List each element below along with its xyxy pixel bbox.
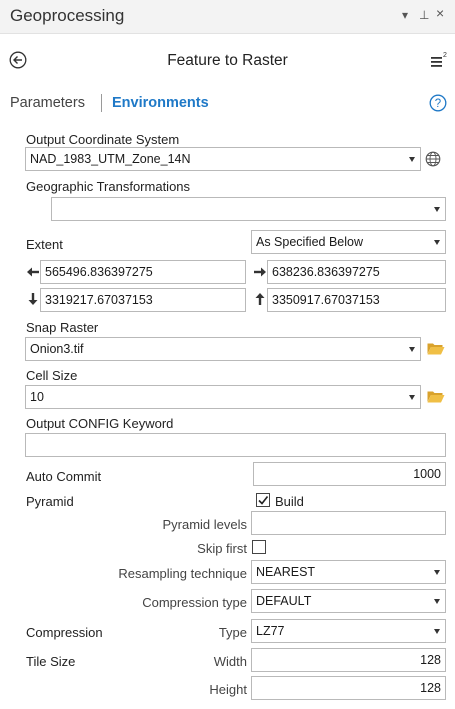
build-checkbox[interactable] [256,493,270,507]
chevron-down-icon [434,240,440,245]
tile-size-label: Tile Size [26,654,76,669]
compression-dropdown[interactable]: LZ77 [251,619,446,643]
arrow-left-icon [27,267,39,277]
cell-size-label: Cell Size [26,368,78,383]
tile-height-label: Height [209,682,247,697]
skip-first-label: Skip first [197,541,247,556]
pyramid-levels-label: Pyramid levels [162,517,247,532]
svg-text:?: ? [435,98,441,110]
pyramid-label: Pyramid [26,494,74,509]
build-label: Build [275,494,304,509]
auto-commit-value: 1000 [413,467,441,481]
pin-icon[interactable]: ⊥ [419,8,429,22]
help-icon[interactable]: ? [429,94,447,112]
extent-bottom-input[interactable]: 3319217.67037153 [40,288,246,312]
tile-height-value: 128 [420,681,441,695]
skip-first-checkbox[interactable] [252,540,266,554]
folder-icon[interactable] [427,342,445,355]
config-keyword-input[interactable] [25,433,446,457]
output-cs-dropdown[interactable]: NAD_1983_UTM_Zone_14N [25,147,421,171]
extent-mode-value: As Specified Below [256,235,364,249]
tool-title: Feature to Raster [167,52,288,69]
auto-commit-input[interactable]: 1000 [253,462,446,486]
snap-raster-dropdown[interactable]: Onion3.tif [25,337,421,361]
menu-icon[interactable]: 2 [430,51,448,69]
output-cs-value: NAD_1983_UTM_Zone_14N [30,152,191,166]
close-icon[interactable]: × [436,6,444,20]
config-keyword-label: Output CONFIG Keyword [26,416,174,431]
extent-left-input[interactable]: 565496.836397275 [40,260,246,284]
auto-commit-label: Auto Commit [26,469,102,484]
tile-width-input[interactable]: 128 [251,648,446,672]
pane-title: Geoprocessing [10,6,125,25]
geo-transform-label: Geographic Transformations [26,179,191,194]
compression-type-dropdown[interactable]: DEFAULT [251,589,446,613]
extent-top-input[interactable]: 3350917.67037153 [267,288,446,312]
chevron-down-icon [409,157,415,162]
chevron-down-icon [434,207,440,212]
arrow-right-icon [254,267,266,277]
tile-height-input[interactable]: 128 [251,676,446,700]
snap-raster-value: Onion3.tif [30,342,84,356]
extent-mode-dropdown[interactable]: As Specified Below [251,230,446,254]
tab-environments[interactable]: Environments [112,95,209,111]
extent-label: Extent [26,237,63,252]
extent-right-value: 638236.836397275 [272,265,380,279]
extent-right-input[interactable]: 638236.836397275 [267,260,446,284]
pane-options-chevron-icon[interactable]: ▾ [402,8,408,22]
snap-raster-label: Snap Raster [26,320,99,335]
arrow-down-icon [28,293,38,305]
folder-icon[interactable] [427,390,445,403]
pyramid-levels-input[interactable] [251,511,446,535]
chevron-down-icon [409,347,415,352]
compression-type-label: Compression type [142,595,247,610]
cell-size-dropdown[interactable]: 10 [25,385,421,409]
compression-type-value: DEFAULT [256,594,312,608]
tab-divider [101,94,102,112]
svg-text:2: 2 [443,52,447,59]
chevron-down-icon [409,395,415,400]
extent-left-value: 565496.836397275 [45,265,153,279]
extent-top-value: 3350917.67037153 [272,293,380,307]
chevron-down-icon [434,570,440,575]
tile-width-value: 128 [420,653,441,667]
output-cs-label: Output Coordinate System [26,132,180,147]
compression-label: Compression [26,625,103,640]
chevron-down-icon [434,629,440,634]
cell-size-value: 10 [30,390,44,404]
tile-width-label: Width [213,654,247,669]
chevron-down-icon [434,599,440,604]
resampling-value: NEAREST [256,565,316,579]
geo-transform-dropdown[interactable] [51,197,446,221]
extent-bottom-value: 3319217.67037153 [45,293,153,307]
globe-icon[interactable] [425,151,441,167]
arrow-up-icon [255,293,265,305]
tab-parameters[interactable]: Parameters [10,95,85,111]
compression-type-sublabel: Type [218,625,247,640]
resampling-label: Resampling technique [118,566,247,581]
checkmark-icon [258,496,269,505]
resampling-dropdown[interactable]: NEAREST [251,560,446,584]
compression-value: LZ77 [256,624,285,638]
